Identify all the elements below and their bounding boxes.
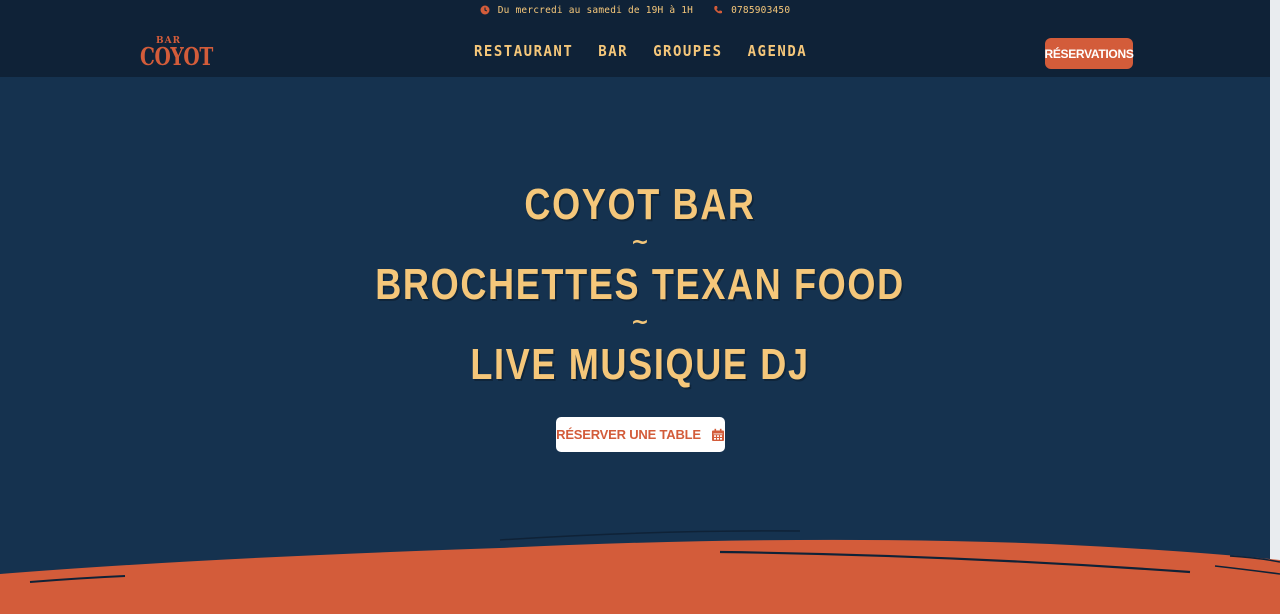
clock-icon: [480, 5, 490, 15]
phone-icon: [714, 6, 723, 14]
hours-text: Du mercredi au samedi de 19H à 1H: [497, 4, 694, 16]
decorative-wave: [0, 530, 1280, 614]
hero-title-line1: COYOT BAR: [524, 180, 756, 229]
reservations-button[interactable]: RÉSERVATIONS: [1044, 38, 1134, 69]
reserve-table-label: RÉSERVER UNE TABLE: [556, 427, 701, 442]
logo[interactable]: BAR COYOT: [140, 36, 213, 71]
reserve-table-button[interactable]: RÉSERVER UNE TABLE: [556, 417, 725, 452]
hero-title-line3: LIVE MUSIQUE DJ: [470, 340, 810, 389]
phone-info[interactable]: 0785903450: [713, 5, 790, 16]
phone-text[interactable]: 0785903450: [731, 5, 790, 16]
hours-info: Du mercredi au samedi de 19H à 1H: [480, 5, 693, 16]
main-nav: RESTAURANT BAR GROUPES AGENDA: [474, 44, 808, 61]
hero-title-line2: BROCHETTES TEXAN FOOD: [375, 260, 905, 309]
nav-item-bar[interactable]: BAR: [598, 44, 628, 61]
nav-item-agenda[interactable]: AGENDA: [748, 44, 808, 61]
hero-separator-2: ~: [630, 310, 650, 335]
hero-separator-1: ~: [630, 230, 650, 255]
logo-main-text: COYOT: [140, 42, 213, 71]
nav-item-restaurant[interactable]: RESTAURANT: [474, 44, 573, 61]
top-info-bar: Du mercredi au samedi de 19H à 1H 078590…: [0, 0, 1270, 20]
nav-item-groupes[interactable]: GROUPES: [653, 44, 723, 61]
calendar-icon: [711, 428, 724, 441]
